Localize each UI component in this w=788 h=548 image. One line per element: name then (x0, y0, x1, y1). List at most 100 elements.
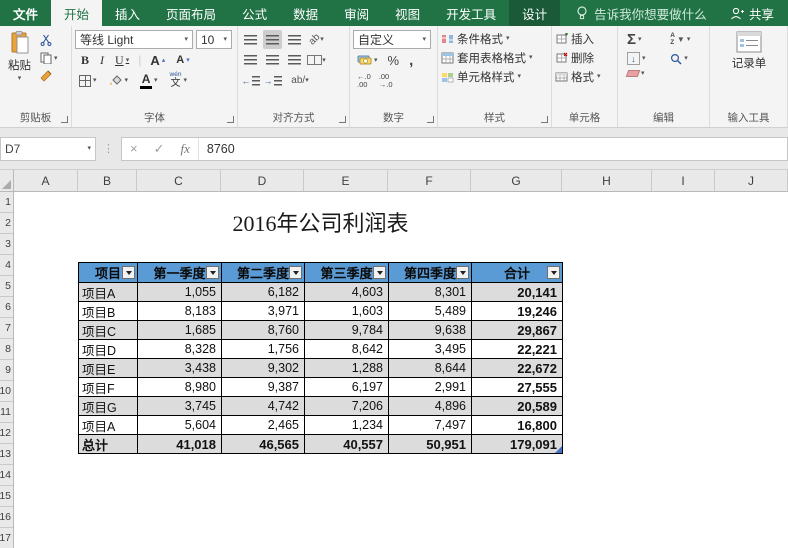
phonetic-guide-button[interactable]: wén文▾ (168, 71, 189, 90)
filter-button-第三季度[interactable] (373, 266, 386, 279)
column-header-B[interactable]: B (78, 170, 137, 191)
top-align-button[interactable] (241, 30, 260, 49)
filter-button-项目[interactable] (122, 266, 135, 279)
row-header-3[interactable]: 3 (0, 234, 13, 255)
column-header-G[interactable]: G (471, 170, 562, 191)
row-header-11[interactable]: 11 (0, 402, 13, 423)
cell-value[interactable]: 8,644 (389, 359, 472, 378)
row-header-12[interactable]: 12 (0, 423, 13, 444)
cell-value[interactable]: 9,387 (222, 378, 305, 397)
cell-value[interactable]: 1,055 (138, 283, 222, 302)
cell-label[interactable]: 项目C (79, 321, 138, 340)
comma-style-button[interactable]: , (407, 51, 415, 70)
column-header-I[interactable]: I (652, 170, 715, 191)
table-header-第二季度[interactable]: 第二季度 (222, 263, 305, 283)
cell-value[interactable]: 8,642 (305, 340, 389, 359)
cell-value[interactable]: 6,197 (305, 378, 389, 397)
select-all-button[interactable] (0, 170, 14, 191)
cell-value[interactable]: 3,971 (222, 302, 305, 321)
filter-button-合计[interactable] (547, 266, 560, 279)
cell-value[interactable]: 4,603 (305, 283, 389, 302)
cell-value[interactable]: 20,141 (472, 283, 563, 302)
cell-value[interactable]: 1,288 (305, 359, 389, 378)
percent-style-button[interactable]: % (386, 52, 402, 69)
accounting-format-button[interactable]: ▾ (355, 53, 380, 67)
filter-button-第一季度[interactable] (206, 266, 219, 279)
cancel-button[interactable]: × (122, 141, 146, 156)
column-header-J[interactable]: J (715, 170, 788, 191)
row-header-14[interactable]: 14 (0, 465, 13, 486)
increase-font-button[interactable]: A▴ (148, 52, 167, 69)
table-resize-handle[interactable] (555, 446, 562, 453)
tab-审阅[interactable]: 审阅 (331, 0, 382, 26)
row-header-16[interactable]: 16 (0, 507, 13, 528)
cell-value[interactable]: 4,896 (389, 397, 472, 416)
table-header-项目[interactable]: 项目 (79, 263, 138, 283)
middle-align-button[interactable] (263, 30, 282, 49)
italic-button[interactable]: I (98, 52, 106, 69)
cell-value[interactable]: 5,489 (389, 302, 472, 321)
font-size-combo[interactable]: 10▾ (196, 30, 232, 49)
align-right-button[interactable] (285, 51, 304, 70)
row-header-9[interactable]: 9 (0, 360, 13, 381)
cell-value[interactable]: 20,589 (472, 397, 563, 416)
row-header-4[interactable]: 4 (0, 255, 13, 276)
tell-me-box[interactable]: 告诉我你想要做什么 (576, 0, 707, 26)
styles-dialog-launcher[interactable] (541, 116, 548, 123)
tab-页面布局[interactable]: 页面布局 (153, 0, 229, 26)
cell-value[interactable]: 2,465 (222, 416, 305, 435)
tab-数据[interactable]: 数据 (280, 0, 331, 26)
cell-value[interactable]: 3,495 (389, 340, 472, 359)
tab-file[interactable]: 文件 (0, 0, 51, 26)
bold-button[interactable]: B (79, 52, 91, 69)
row-header-8[interactable]: 8 (0, 339, 13, 360)
enter-button[interactable]: ✓ (146, 141, 173, 157)
paste-button[interactable]: 粘贴 ▾ (3, 29, 36, 84)
row-header-2[interactable]: 2 (0, 213, 13, 234)
cell-value[interactable]: 1,603 (305, 302, 389, 321)
number-format-combo[interactable]: 自定义▾ (353, 30, 431, 49)
cell-value[interactable]: 3,438 (138, 359, 222, 378)
cell-label[interactable]: 项目G (79, 397, 138, 416)
cell-value[interactable]: 5,604 (138, 416, 222, 435)
conditional-formatting-button[interactable]: 条件格式▾ (441, 29, 549, 48)
cell-value[interactable]: 46,565 (222, 435, 305, 454)
wrap-text-button[interactable]: ab/▾ (285, 71, 315, 90)
format-cells-button[interactable]: 格式▾ (555, 67, 615, 86)
row-header-1[interactable]: 1 (0, 192, 13, 213)
autosum-button[interactable]: Σ▾ (625, 31, 658, 48)
cell-value[interactable]: 40,557 (305, 435, 389, 454)
cell-value[interactable]: 4,742 (222, 397, 305, 416)
borders-button[interactable]: ▾ (77, 74, 99, 88)
cell-value[interactable]: 7,206 (305, 397, 389, 416)
cell-label[interactable]: 项目B (79, 302, 138, 321)
clear-button[interactable]: ▾ (625, 69, 658, 78)
column-header-F[interactable]: F (388, 170, 471, 191)
cell-styles-button[interactable]: 单元格样式▾ (441, 67, 549, 86)
cell-value[interactable]: 41,018 (138, 435, 222, 454)
row-header-15[interactable]: 15 (0, 486, 13, 507)
orientation-button[interactable]: ab▾ (307, 30, 326, 49)
cell-value[interactable]: 27,555 (472, 378, 563, 397)
tab-视图[interactable]: 视图 (382, 0, 433, 26)
record-form-button[interactable]: 记录单 (713, 29, 785, 73)
row-header-13[interactable]: 13 (0, 444, 13, 465)
cell-value[interactable]: 6,182 (222, 283, 305, 302)
share-button[interactable]: 共享 (716, 0, 788, 26)
cell-value[interactable]: 2,991 (389, 378, 472, 397)
cell-value[interactable]: 179,091 (472, 435, 563, 454)
copy-button[interactable]: ▾ (38, 51, 60, 65)
insert-cells-button[interactable]: 插入 (555, 29, 615, 48)
column-header-C[interactable]: C (137, 170, 221, 191)
merge-center-button[interactable]: ▾ (307, 51, 326, 70)
cell-value[interactable]: 9,638 (389, 321, 472, 340)
alignment-dialog-launcher[interactable] (339, 116, 346, 123)
formula-input[interactable]: 8760 (198, 138, 787, 160)
cell-value[interactable]: 8,760 (222, 321, 305, 340)
format-as-table-button[interactable]: 套用表格格式▾ (441, 48, 549, 67)
column-header-A[interactable]: A (14, 170, 78, 191)
table-header-第三季度[interactable]: 第三季度 (305, 263, 389, 283)
tab-公式[interactable]: 公式 (229, 0, 280, 26)
insert-function-button[interactable]: fx (173, 141, 198, 157)
row-header-17[interactable]: 17 (0, 528, 13, 548)
